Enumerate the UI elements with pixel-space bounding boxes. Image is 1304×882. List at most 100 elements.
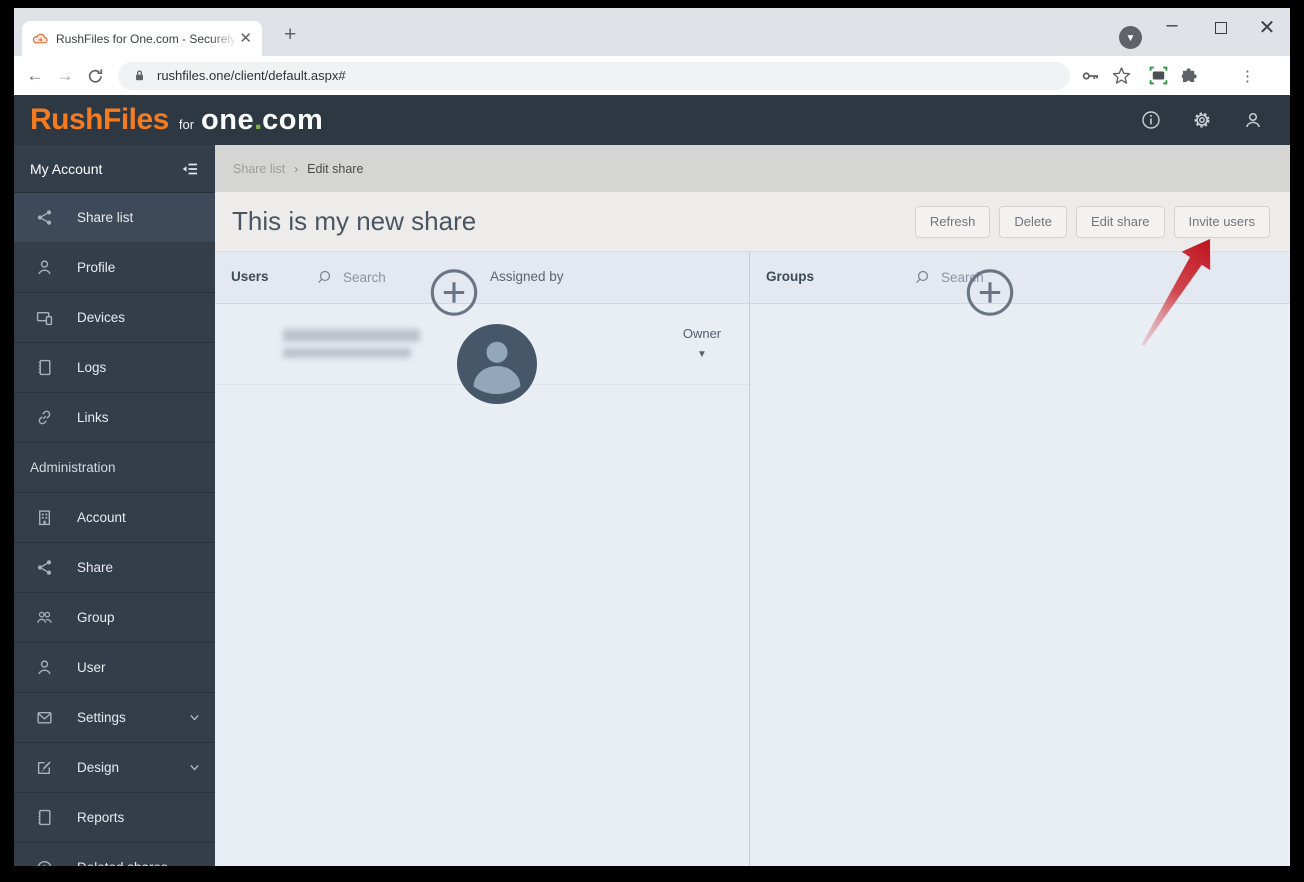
sidebar-item-label: Logs (77, 360, 107, 375)
back-icon[interactable]: ← (20, 66, 50, 86)
content-area: Share list › Edit share This is my new s… (215, 145, 1290, 866)
share-icon (36, 559, 53, 576)
caret-down-icon: ▼ (697, 349, 707, 360)
groups-panel-header: Groups (750, 252, 1290, 304)
sidebar-item-label: Share list (77, 210, 134, 225)
sidebar-item-group[interactable]: Group (14, 593, 215, 643)
redacted-user-name (283, 329, 420, 342)
window-maximize-button[interactable] (1206, 22, 1236, 34)
sidebar: My Account Share list Profile Devices Logs L… (14, 145, 215, 866)
sidebar-item-label: Reports (77, 810, 125, 825)
edit-share-button[interactable]: Edit share (1075, 205, 1165, 238)
logo-com: com (262, 104, 324, 136)
browser-window: RushFiles for One.com - Securely ✕ + ▼ –… (14, 8, 1290, 866)
logo-one: one (201, 104, 255, 136)
reload-icon[interactable] (80, 68, 110, 84)
sidebar-item-user[interactable]: User (14, 643, 215, 693)
tab-search-button[interactable]: ▼ (1119, 26, 1142, 49)
rushfiles-logo: RushFiles for one . com (30, 103, 323, 137)
breadcrumb-edit-share: Edit share (307, 161, 364, 176)
sidebar-item-links[interactable]: Links (14, 393, 215, 443)
panels: Users Assigned by (215, 252, 1290, 866)
invite-users-button[interactable]: Invite users (1173, 205, 1270, 238)
window-minimize-button[interactable]: – (1157, 14, 1187, 37)
group-icon (36, 609, 53, 626)
person-icon (36, 259, 53, 276)
refresh-button[interactable]: Refresh (914, 205, 991, 238)
sidebar-item-label: User (77, 660, 106, 675)
sidebar-item-label: Group (77, 610, 115, 625)
breadcrumb-share-list[interactable]: Share list (233, 162, 285, 176)
kebab-menu-icon[interactable]: ⋮ (1240, 67, 1255, 85)
sidebar-item-label: Devices (77, 310, 126, 325)
caret-down-icon: ▼ (1125, 32, 1136, 44)
tab-close-icon[interactable]: ✕ (237, 29, 254, 48)
sidebar-item-deleted-shares[interactable]: Deleted shares (14, 843, 215, 866)
sidebar-item-profile[interactable]: Profile (14, 243, 215, 293)
url-input[interactable] (155, 67, 1056, 84)
clock-icon (36, 859, 53, 866)
forward-icon[interactable]: → (50, 66, 80, 86)
main-area: My Account Share list Profile Devices Logs L… (14, 145, 1290, 866)
sidebar-item-label: Share (77, 560, 114, 575)
breadcrumb-separator-icon: › (294, 161, 299, 176)
sidebar-item-settings[interactable]: Settings (14, 693, 215, 743)
sidebar-item-account[interactable]: Account (14, 493, 215, 543)
sidebar-item-share-list[interactable]: Share list (14, 193, 215, 243)
app-header: RushFiles for one . com (14, 95, 1290, 145)
sidebar-item-design[interactable]: Design (14, 743, 215, 793)
envelope-icon (36, 709, 53, 726)
title-band: This is my new share Refresh Delete Edit s… (215, 192, 1290, 252)
redacted-user-email (283, 348, 411, 358)
star-icon[interactable] (1112, 66, 1131, 85)
page-title: This is my new share (232, 206, 477, 236)
lock-icon (132, 68, 147, 83)
sidebar-item-label: Design (77, 760, 120, 775)
logs-icon (36, 359, 53, 376)
delete-button[interactable]: Delete (999, 205, 1067, 238)
logo-green-dot: . (254, 104, 263, 136)
add-group-button[interactable] (720, 267, 1260, 318)
window-close-button[interactable]: ✕ (1252, 15, 1282, 40)
sidebar-section-administration: Administration (14, 443, 215, 493)
tab-strip: RushFiles for One.com - Securely ✕ + ▼ –… (14, 8, 1290, 56)
user-icon[interactable] (1243, 110, 1263, 130)
user-row[interactable]: Owner ▼ (215, 304, 749, 385)
rushfiles-favicon-icon (32, 31, 48, 47)
sidebar-header: My Account (14, 145, 215, 193)
sidebar-item-devices[interactable]: Devices (14, 293, 215, 343)
sidebar-item-label: Account (77, 510, 126, 525)
report-icon (36, 809, 53, 826)
sidebar-item-label: Deleted shares (77, 860, 168, 866)
pencil-icon (36, 759, 53, 776)
gear-icon[interactable] (1192, 110, 1212, 130)
chevron-down-icon (188, 711, 201, 724)
screenshot-icon[interactable] (1149, 66, 1168, 85)
share-icon (36, 209, 53, 226)
puzzle-icon[interactable] (1180, 67, 1198, 85)
action-buttons: Refresh Delete Edit share Invite users (914, 205, 1270, 238)
breadcrumb: Share list › Edit share (215, 145, 1290, 192)
users-panel-header: Users Assigned by (215, 252, 749, 304)
sidebar-item-label: Profile (77, 260, 116, 275)
tab-title: RushFiles for One.com - Securely (56, 31, 237, 46)
sidebar-item-label: Settings (77, 710, 126, 725)
collapse-menu-icon[interactable] (181, 160, 199, 178)
sidebar-item-logs[interactable]: Logs (14, 343, 215, 393)
building-icon (36, 509, 53, 526)
sidebar-item-share[interactable]: Share (14, 543, 215, 593)
url-bar[interactable] (118, 61, 1070, 90)
logo-rushfiles: RushFiles (30, 103, 169, 136)
screenshot-stage: RushFiles for One.com - Securely ✕ + ▼ –… (0, 0, 1304, 882)
devices-icon (36, 309, 53, 326)
browser-tab[interactable]: RushFiles for One.com - Securely ✕ (22, 21, 262, 56)
maximize-icon (1215, 22, 1227, 34)
person-icon (36, 659, 53, 676)
info-icon[interactable] (1141, 110, 1161, 130)
role-dropdown[interactable]: Owner ▼ (673, 326, 731, 360)
key-icon[interactable] (1082, 67, 1100, 85)
groups-panel: Groups (750, 252, 1290, 866)
new-tab-button[interactable]: + (284, 24, 296, 45)
users-panel: Users Assigned by (215, 252, 750, 866)
sidebar-item-reports[interactable]: Reports (14, 793, 215, 843)
